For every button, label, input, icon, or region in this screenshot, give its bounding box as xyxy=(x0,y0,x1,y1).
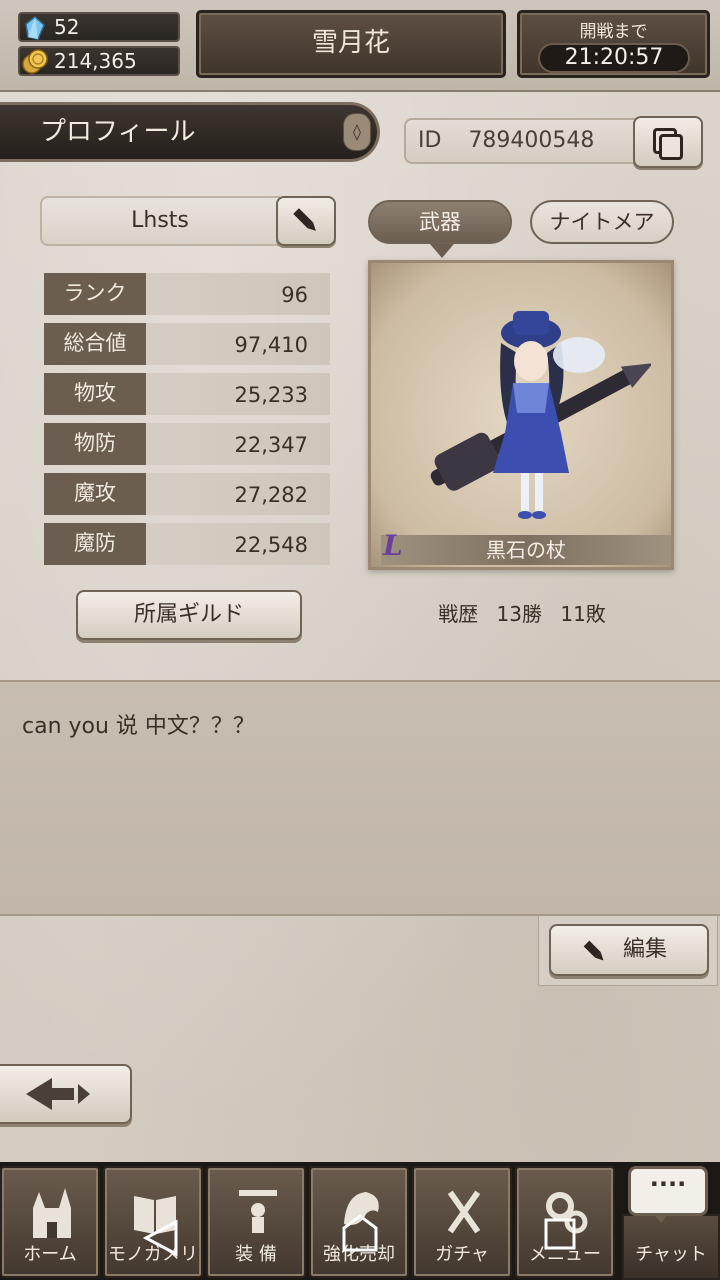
guild-button[interactable]: 所属ギルド xyxy=(76,590,302,640)
castle-icon xyxy=(33,1188,71,1238)
edit-label: 編集 xyxy=(623,937,668,962)
stat-label: ランク xyxy=(44,273,146,315)
record-wins: 13勝 xyxy=(496,602,542,626)
rarity-badge: L xyxy=(383,529,403,562)
profile-tab[interactable]: プロフィール ◊ xyxy=(0,102,380,162)
record-label: 戦歴 xyxy=(438,602,479,626)
nav-equip-label: 装 備 xyxy=(235,1244,277,1265)
stat-mag-defense: 魔防 22,548 xyxy=(44,523,330,565)
nav-enhance-label: 強化売却 xyxy=(323,1244,395,1265)
book-icon xyxy=(134,1196,176,1234)
stat-value: 25,233 xyxy=(146,373,330,415)
stat-value: 22,347 xyxy=(146,423,330,465)
stat-value: 27,282 xyxy=(146,473,330,515)
pen-icon xyxy=(583,940,604,961)
bottom-navigation: ホーム モノガメリ 装 備 強化売却 ガチャ メニュー xyxy=(0,1162,720,1280)
stat-value: 96 xyxy=(146,273,330,315)
stat-value: 97,410 xyxy=(146,323,330,365)
weapon-card[interactable]: 黒石の杖 L xyxy=(368,260,674,570)
copy-id-button[interactable] xyxy=(633,116,703,168)
nav-enhance[interactable]: 強化売却 xyxy=(309,1166,409,1278)
gears-icon xyxy=(546,1192,588,1234)
crossed-swords-icon xyxy=(447,1190,481,1234)
record-losses: 11敗 xyxy=(560,602,606,626)
edit-panel: 編集 xyxy=(538,916,718,986)
puppet-icon xyxy=(239,1190,277,1233)
stat-label: 総合値 xyxy=(44,323,146,365)
timer-value: 21:20:57 xyxy=(538,43,690,73)
character-illustration xyxy=(430,311,651,519)
nav-chat[interactable]: チャット xyxy=(622,1214,720,1280)
nav-gacha[interactable]: ガチャ xyxy=(412,1166,512,1278)
back-arrow-icon xyxy=(26,1078,90,1110)
stat-phys-attack: 物攻 25,233 xyxy=(44,373,330,415)
id-label: ID xyxy=(418,128,442,153)
weapon-name: 黒石の杖 xyxy=(381,535,671,565)
battle-timer[interactable]: 開戦まで 21:20:57 xyxy=(517,10,710,78)
gold-counter[interactable]: 214,365 xyxy=(18,46,180,76)
timer-label: 開戦まで xyxy=(579,22,648,42)
top-bar: 52 214,365 雪月花 開戦まで 21:20:57 xyxy=(0,0,720,92)
stat-rank: ランク 96 xyxy=(44,273,330,315)
edit-name-button[interactable] xyxy=(276,196,336,246)
nav-home[interactable]: ホーム xyxy=(0,1166,100,1278)
nav-home-label: ホーム xyxy=(23,1244,77,1265)
crystal-count: 52 xyxy=(54,15,80,39)
stat-label: 魔攻 xyxy=(44,473,146,515)
stat-label: 物防 xyxy=(44,423,146,465)
stat-total: 総合値 97,410 xyxy=(44,323,330,365)
guild-title-banner[interactable]: 雪月花 xyxy=(196,10,506,78)
nav-equip[interactable]: 装 備 xyxy=(206,1166,306,1278)
crystal-counter[interactable]: 52 xyxy=(18,12,180,42)
nav-menu[interactable]: メニュー xyxy=(515,1166,615,1278)
nav-camera[interactable]: モノガメリ xyxy=(103,1166,203,1278)
stat-phys-defense: 物防 22,347 xyxy=(44,423,330,465)
tab-nightmare[interactable]: ナイトメア xyxy=(530,200,674,244)
tab-weapon[interactable]: 武器 xyxy=(368,200,512,258)
stat-mag-attack: 魔攻 27,282 xyxy=(44,473,330,515)
battle-record: 戦歴 13勝 11敗 xyxy=(370,594,674,634)
nav-chat-label: チャット xyxy=(635,1244,707,1265)
player-name: Lhsts xyxy=(40,196,280,246)
gold-coin-icon xyxy=(22,49,48,74)
stat-label: 物攻 xyxy=(44,373,146,415)
profile-tab-label: プロフィール xyxy=(40,117,196,147)
id-value: 789400548 xyxy=(468,128,595,153)
guild-title: 雪月花 xyxy=(311,28,390,58)
gold-count: 214,365 xyxy=(54,49,137,73)
player-id-box: ID 789400548 xyxy=(404,118,636,164)
crystal-icon xyxy=(25,16,45,40)
nav-gacha-label: ガチャ xyxy=(435,1244,489,1265)
nav-menu-label: メニュー xyxy=(529,1244,601,1265)
nav-camera-label: モノガメリ xyxy=(108,1244,198,1265)
tab-toggle-icon[interactable]: ◊ xyxy=(343,113,371,151)
pen-icon xyxy=(293,208,316,231)
profile-comment: can you 说 中文？？？ xyxy=(0,680,720,916)
chat-bubble-icon[interactable]: ···· xyxy=(628,1166,708,1223)
beast-icon xyxy=(344,1192,379,1225)
stat-label: 魔防 xyxy=(44,523,146,565)
back-button[interactable] xyxy=(0,1064,132,1124)
stat-value: 22,548 xyxy=(146,523,330,565)
edit-comment-button[interactable]: 編集 xyxy=(549,924,709,976)
comment-text: can you 说 中文？？？ xyxy=(22,714,255,739)
